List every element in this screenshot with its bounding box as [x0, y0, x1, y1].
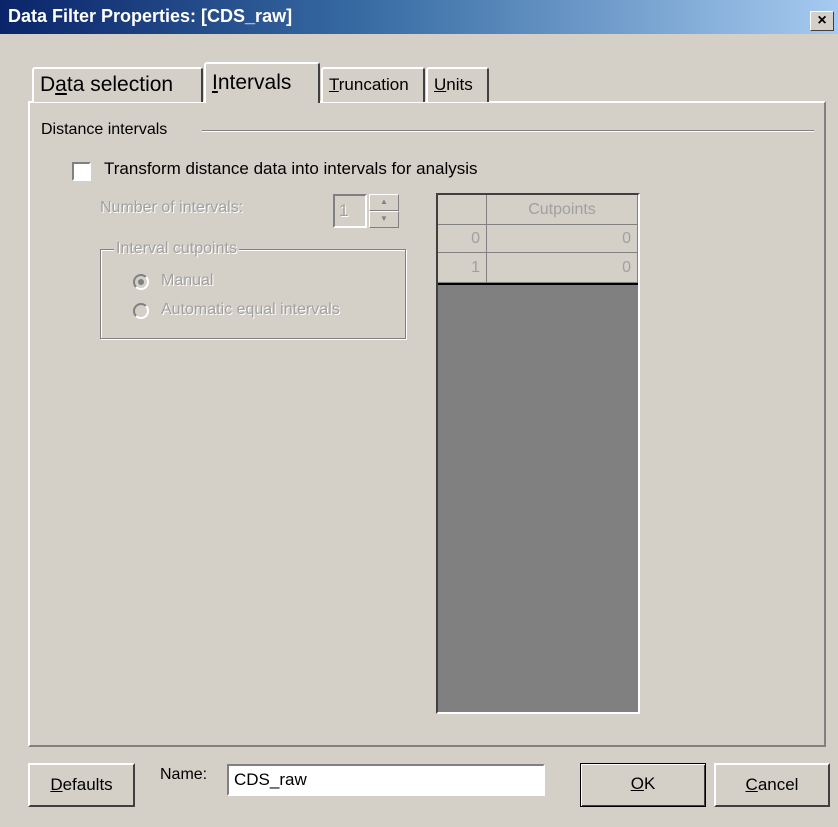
section-title: Distance intervals — [41, 121, 168, 138]
ok-button[interactable]: OK — [580, 763, 706, 807]
tab-intervals[interactable]: Intervals — [204, 62, 320, 103]
window-title: Data Filter Properties: [CDS_raw] — [8, 6, 293, 26]
spin-up-button[interactable]: ▲ — [369, 194, 399, 211]
name-input[interactable] — [227, 764, 545, 796]
close-button[interactable]: × — [810, 11, 834, 31]
grid-row-header: 1 — [438, 253, 487, 283]
interval-cutpoints-title: Interval cutpoints — [114, 240, 239, 258]
tab-data-selection[interactable]: Data selection — [32, 67, 203, 102]
close-icon: × — [817, 12, 827, 29]
number-of-intervals-input[interactable]: 1 — [333, 194, 367, 228]
transform-intervals-label[interactable]: Transform distance data into intervals f… — [104, 159, 478, 179]
spin-down-icon: ▼ — [380, 214, 388, 223]
grid-cell[interactable]: 0 — [487, 253, 638, 283]
transform-intervals-checkbox[interactable] — [72, 162, 91, 181]
section-divider — [202, 130, 814, 132]
cancel-button[interactable]: Cancel — [714, 763, 830, 807]
grid-row-header: 0 — [438, 225, 487, 253]
manual-radio[interactable] — [133, 274, 149, 290]
spin-down-button[interactable]: ▼ — [369, 211, 399, 228]
name-label: Name: — [160, 766, 208, 783]
grid-column-header-cutpoints: Cutpoints — [487, 195, 638, 225]
spin-up-icon: ▲ — [380, 197, 388, 206]
grid-cell[interactable]: 0 — [487, 225, 638, 253]
manual-radio-label[interactable]: Manual — [161, 272, 213, 290]
tab-units[interactable]: Units — [426, 67, 489, 102]
automatic-equal-radio[interactable] — [133, 303, 149, 319]
grid-corner-header — [438, 195, 487, 225]
tab-truncation[interactable]: Truncation — [321, 67, 425, 102]
tab-panel — [28, 101, 826, 747]
automatic-equal-radio-label[interactable]: Automatic equal intervals — [161, 301, 340, 319]
defaults-button[interactable]: Defaults — [28, 763, 135, 807]
number-of-intervals-label: Number of intervals: — [100, 199, 244, 216]
interval-cutpoints-group — [100, 249, 406, 339]
grid-end-line — [438, 283, 638, 285]
